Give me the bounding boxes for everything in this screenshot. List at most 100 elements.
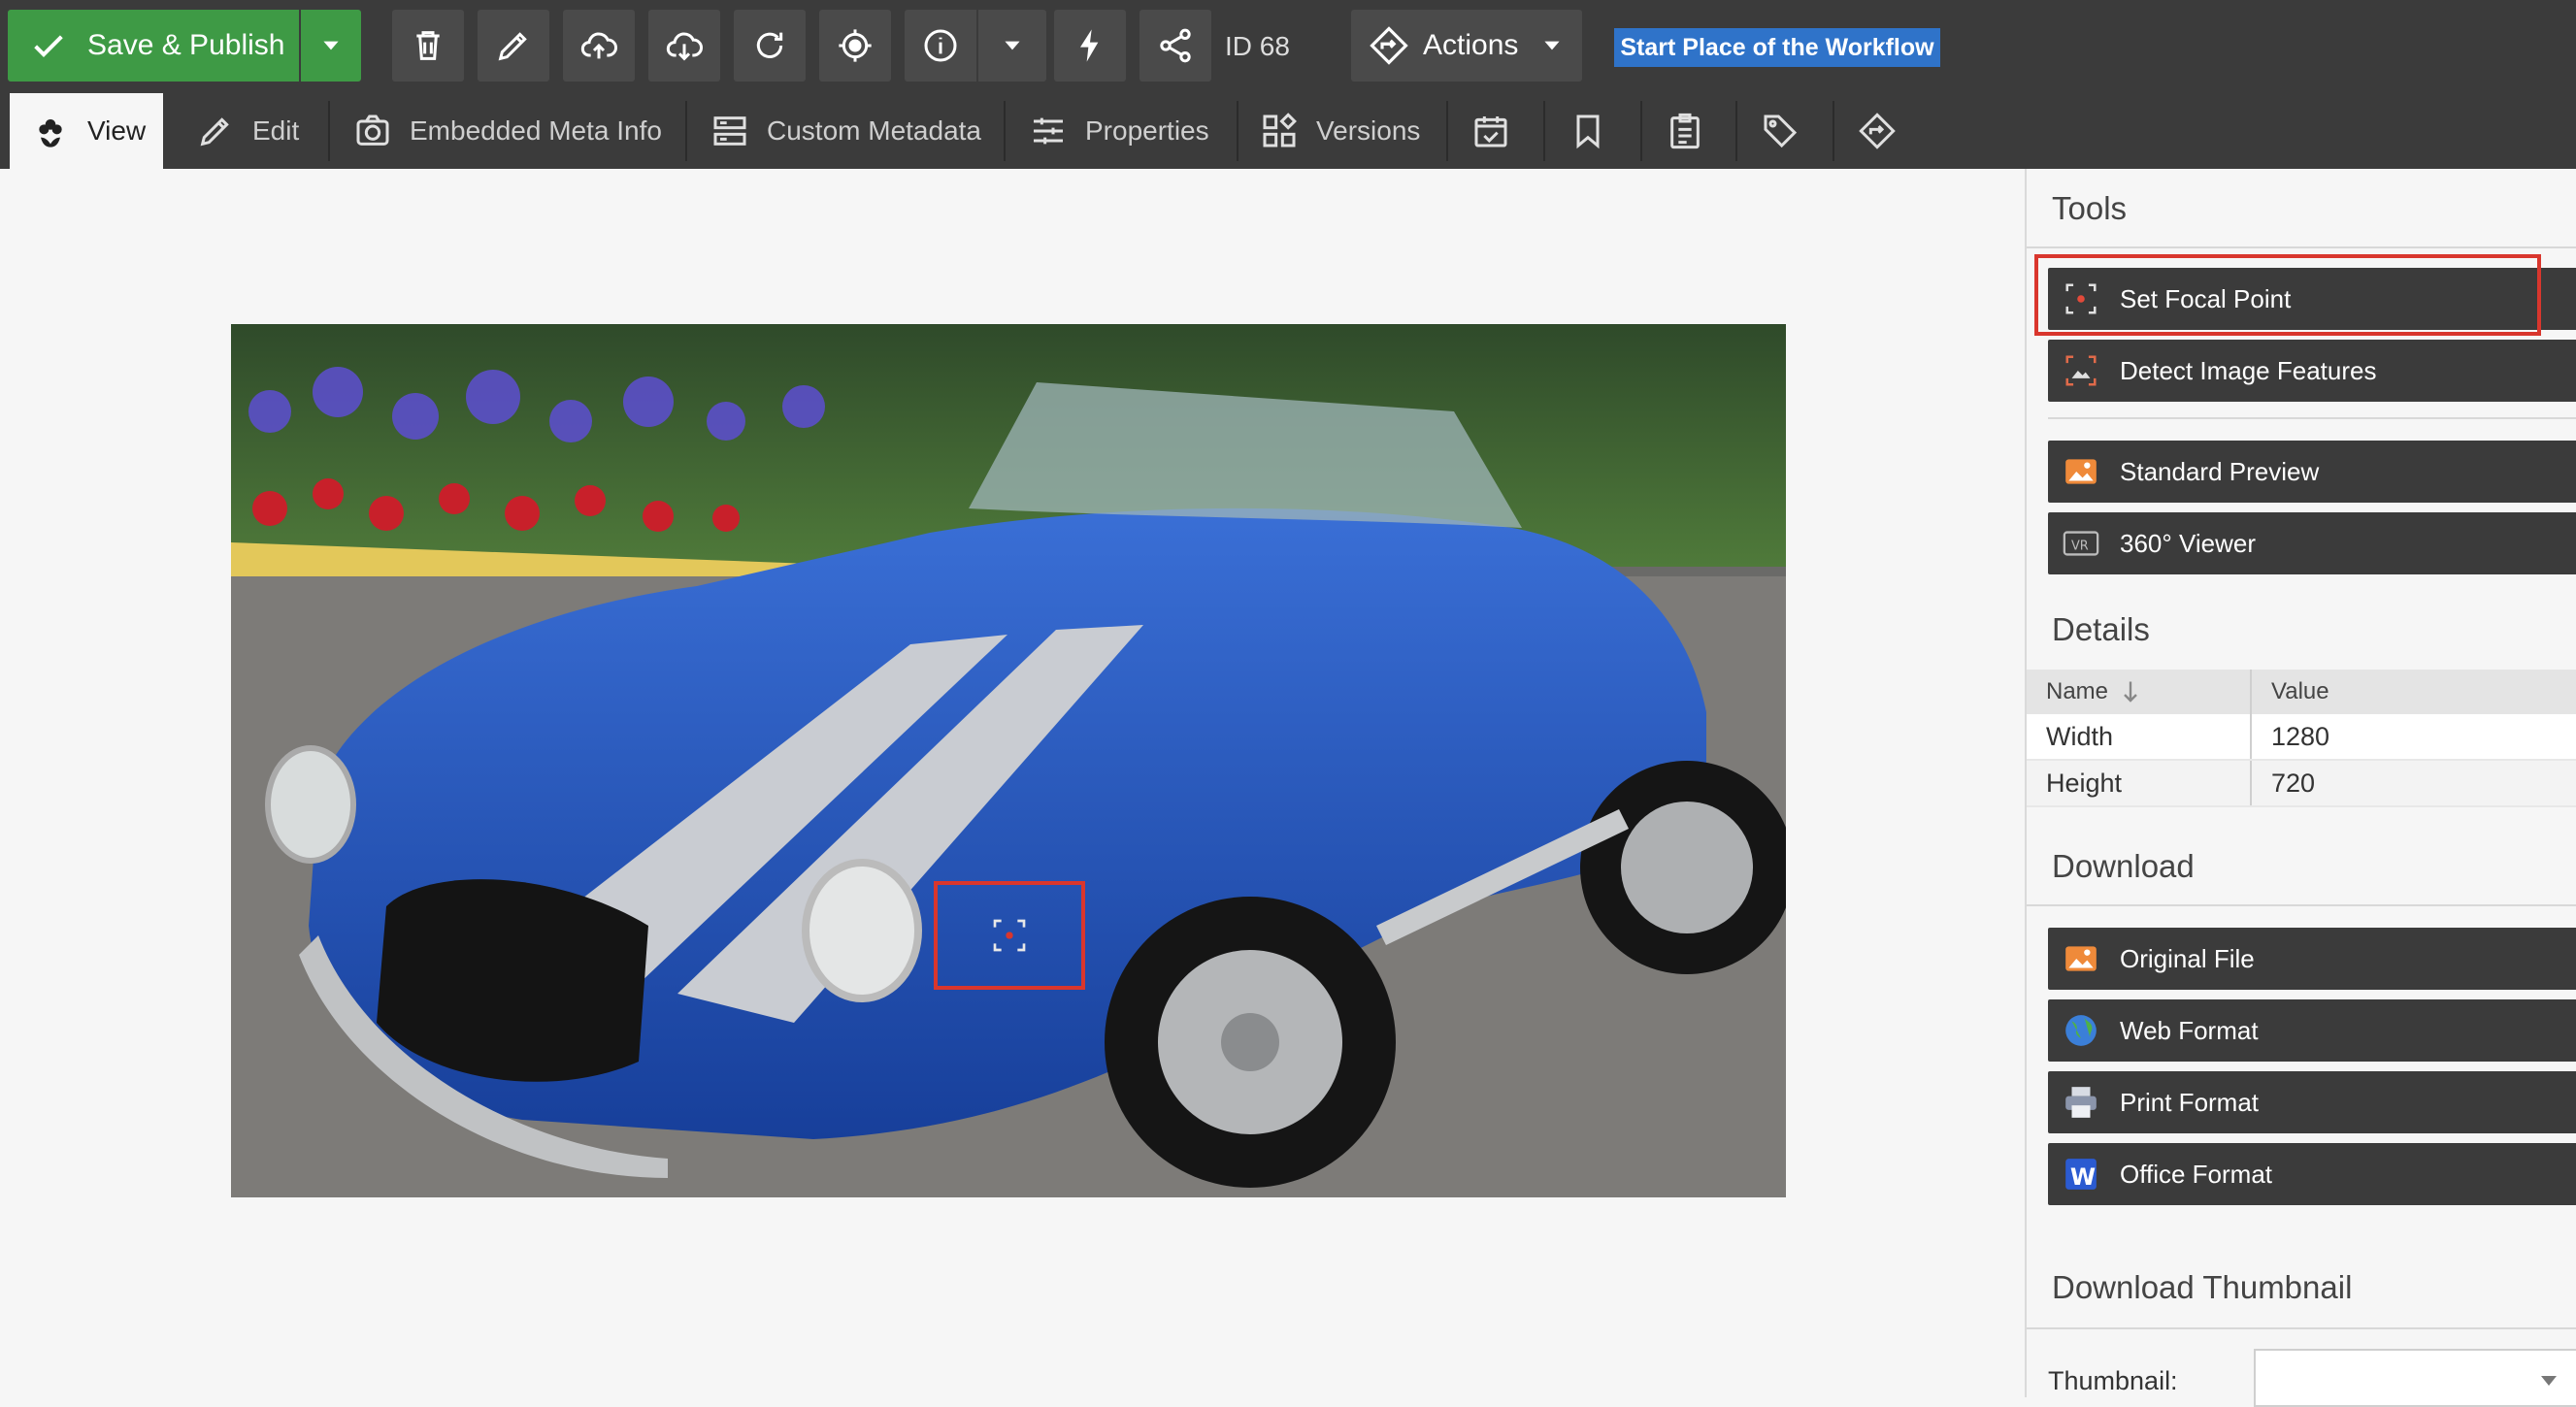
- download-web-format-button[interactable]: Web Format: [2048, 999, 2576, 1062]
- camera-icon: [356, 115, 389, 146]
- caret-down-icon: [323, 41, 339, 50]
- image-icon: [2060, 937, 2102, 980]
- download-label: Print Format: [2120, 1087, 2260, 1117]
- download-label: Office Format: [2120, 1159, 2273, 1189]
- row-value: 1280: [2271, 721, 2330, 751]
- name-column-header[interactable]: Name: [2046, 670, 2139, 714]
- tab-label: Custom Metadata: [767, 115, 981, 146]
- download-print-format-button[interactable]: Print Format: [2048, 1071, 2576, 1133]
- tab-divider: [1543, 101, 1545, 161]
- crosshair-icon: [839, 29, 872, 62]
- table-row: Height 720: [2027, 761, 2576, 807]
- tab-label: View: [87, 115, 147, 146]
- caret-down-icon: [2541, 1376, 2557, 1386]
- caret-down-icon: [1005, 41, 1020, 50]
- save-publish-label: Save & Publish: [87, 29, 285, 61]
- info-button[interactable]: [905, 10, 976, 82]
- table-row: Width 1280: [2027, 714, 2576, 761]
- tab-tags[interactable]: [1761, 93, 1817, 169]
- download-original-file-button[interactable]: Original File: [2048, 928, 2576, 990]
- word-document-icon: W: [2060, 1153, 2102, 1195]
- metadata-icon: [713, 116, 746, 146]
- thumbnail-label: Thumbnail:: [2048, 1366, 2178, 1395]
- svg-text:VR: VR: [2071, 539, 2089, 553]
- cloud-download-icon: [666, 32, 703, 61]
- tab-notes[interactable]: [1666, 93, 1722, 169]
- download-label: Original File: [2120, 943, 2255, 973]
- 360-viewer-button[interactable]: VR 360° Viewer: [2048, 512, 2576, 574]
- details-title: Details: [2052, 611, 2150, 647]
- tab-bar: View Edit Embedded Meta Info Custom Meta…: [0, 93, 2576, 169]
- value-column-header[interactable]: Value: [2271, 670, 2329, 714]
- tab-bookmark[interactable]: [1569, 93, 1625, 169]
- standard-preview-button[interactable]: Standard Preview: [2048, 441, 2576, 503]
- sort-down-icon: [2124, 681, 2137, 703]
- locate-button[interactable]: [819, 10, 891, 82]
- tab-workflow[interactable]: [1858, 93, 1914, 169]
- flower-icon: [39, 119, 62, 147]
- tab-embedded-meta-info[interactable]: Embedded Meta Info: [353, 93, 662, 169]
- tab-label: Versions: [1316, 115, 1421, 146]
- save-publish-button[interactable]: Save & Publish: [8, 10, 299, 82]
- tab-label: Edit: [252, 115, 300, 146]
- tab-divider: [1833, 101, 1834, 161]
- tab-schedule[interactable]: [1471, 93, 1528, 169]
- workflow-diamond-icon: [1370, 26, 1408, 65]
- pencil-icon: [200, 117, 229, 147]
- focal-point-icon: [993, 919, 1026, 952]
- tab-divider: [1004, 101, 1006, 161]
- column-divider: [2250, 670, 2252, 714]
- reload-button[interactable]: [734, 10, 806, 82]
- row-value: 720: [2271, 768, 2316, 798]
- download-button[interactable]: [648, 10, 720, 82]
- column-divider: [2250, 714, 2252, 759]
- image-icon: [2060, 450, 2102, 493]
- info-icon: [924, 29, 957, 62]
- car-image: [231, 324, 1786, 1197]
- quick-action-button[interactable]: [1054, 10, 1126, 82]
- rename-button[interactable]: [478, 10, 549, 82]
- tab-label: Properties: [1085, 115, 1209, 146]
- share-button[interactable]: [1139, 10, 1211, 82]
- pencil-icon: [498, 32, 527, 61]
- tab-divider: [328, 101, 330, 161]
- actions-dropdown[interactable]: Actions: [1351, 10, 1582, 82]
- trash-icon: [416, 31, 440, 60]
- actions-label: Actions: [1423, 29, 1519, 61]
- upload-button[interactable]: [563, 10, 635, 82]
- download-office-format-button[interactable]: W Office Format: [2048, 1143, 2576, 1205]
- section-divider: [2048, 417, 2576, 419]
- detect-image-features-button[interactable]: Detect Image Features: [2048, 340, 2576, 402]
- section-divider: [2027, 246, 2576, 248]
- tag-icon: [1764, 115, 1798, 148]
- sidebar: Tools Set Focal Point Detect Image Featu…: [2025, 169, 2576, 1407]
- download-label: Web Format: [2120, 1015, 2259, 1045]
- bookmark-icon: [1576, 115, 1600, 149]
- tab-edit[interactable]: Edit: [196, 93, 299, 169]
- detect-features-icon: [2060, 349, 2102, 392]
- tab-divider: [1640, 101, 1642, 161]
- globe-icon: [2060, 1009, 2102, 1052]
- download-thumbnail-title: Download Thumbnail: [2052, 1269, 2353, 1305]
- tab-custom-metadata[interactable]: Custom Metadata: [710, 93, 981, 169]
- tools-title: Tools: [2052, 190, 2128, 226]
- tab-divider: [1237, 101, 1238, 161]
- caret-down-icon: [1544, 41, 1560, 50]
- sliders-icon: [1034, 117, 1063, 145]
- save-options-dropdown[interactable]: [301, 10, 361, 82]
- versions-icon: [1263, 113, 1297, 147]
- calendar-check-icon: [1474, 116, 1507, 147]
- tool-label: 360° Viewer: [2120, 528, 2257, 558]
- vr-icon: VR: [2060, 522, 2102, 565]
- info-dropdown[interactable]: [978, 10, 1046, 82]
- thumbnail-select[interactable]: [2254, 1349, 2576, 1407]
- delete-button[interactable]: [392, 10, 464, 82]
- tab-view[interactable]: View: [10, 93, 163, 169]
- tab-properties[interactable]: Properties: [1029, 93, 1209, 169]
- check-icon: [34, 35, 63, 57]
- tab-divider: [1735, 101, 1737, 161]
- tool-label: Standard Preview: [2120, 456, 2320, 486]
- lightning-icon: [1080, 29, 1099, 62]
- workflow-diamond-icon: [1859, 113, 1896, 149]
- tab-versions[interactable]: Versions: [1260, 93, 1420, 169]
